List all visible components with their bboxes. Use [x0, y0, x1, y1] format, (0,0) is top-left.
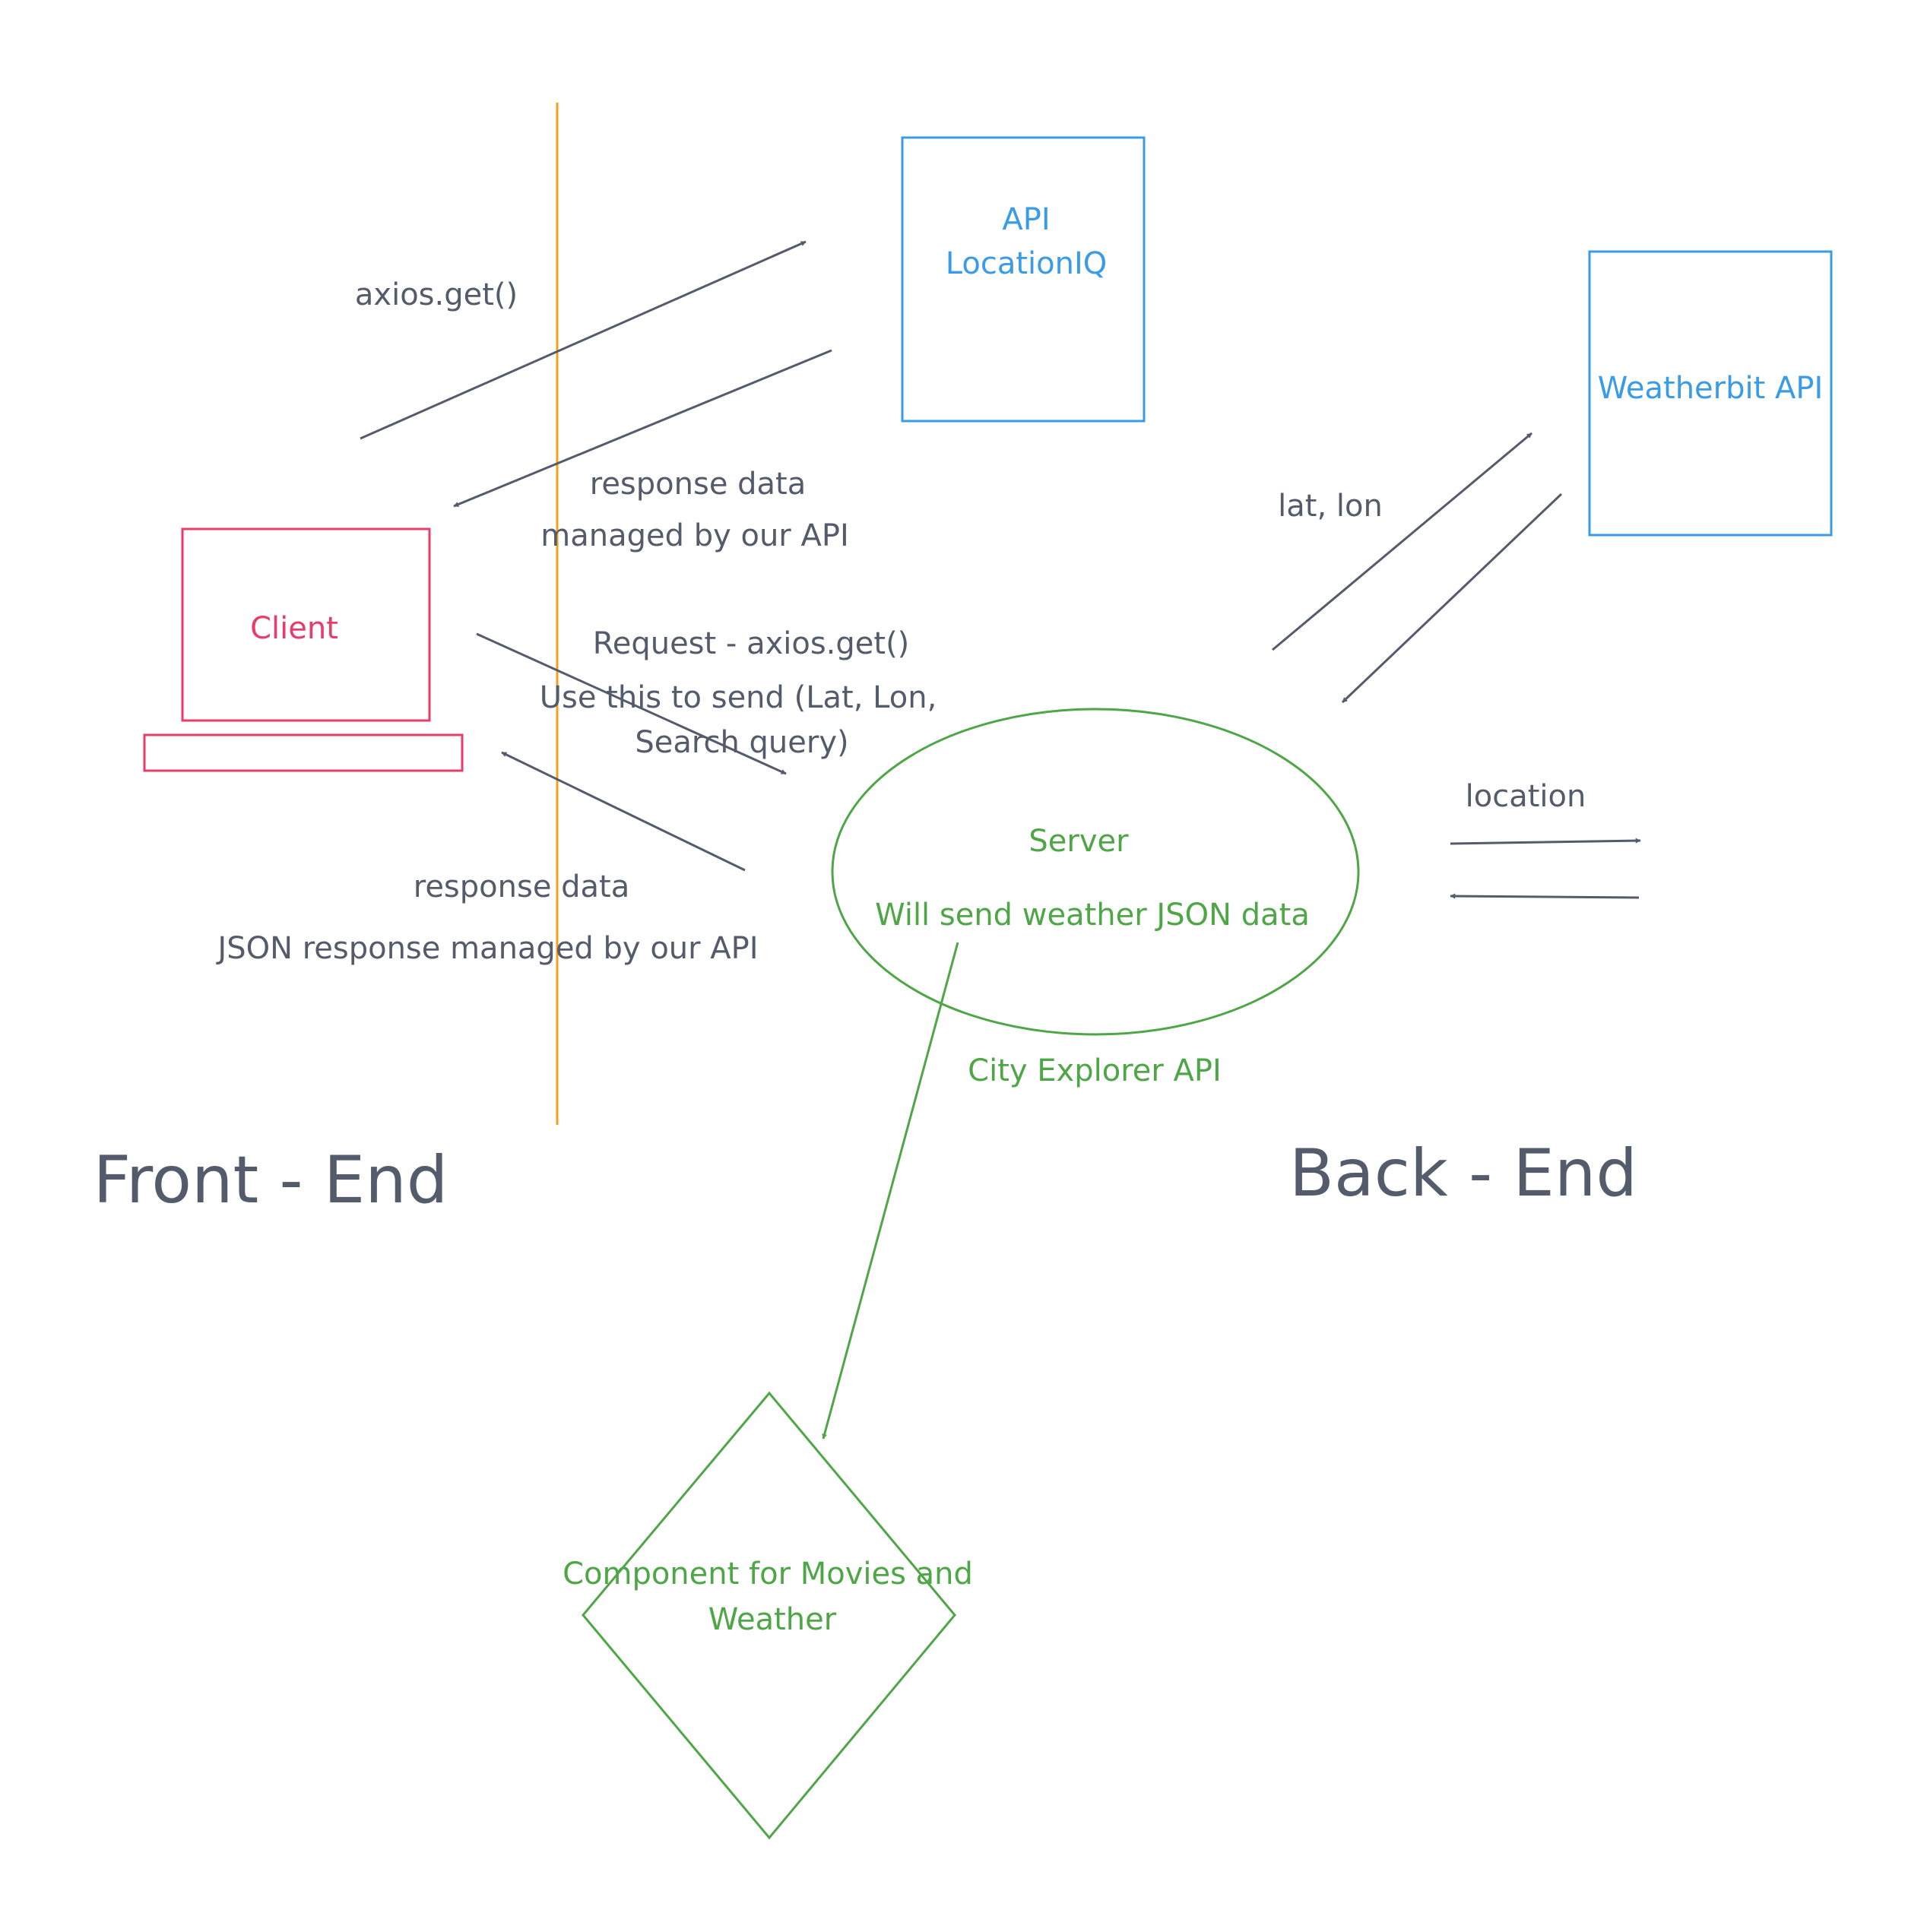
weatherbit-api-label: Weatherbit API: [1598, 371, 1824, 406]
location-in-arrow: [1450, 893, 1640, 899]
locationiq-api-label-line2: LocationIQ: [946, 246, 1107, 281]
server-ellipse: [831, 708, 1360, 1036]
server-node: Server Will send weather JSON data City …: [831, 708, 1360, 1088]
architecture-diagram: API LocationIQ Weatherbit API Client Ser…: [93, 103, 1833, 1840]
component-label-line1: Component for Movies and: [563, 1557, 973, 1592]
front-end-title: Front - End: [93, 1142, 448, 1218]
locationiq-response-label-1: response data: [590, 467, 807, 502]
location-label: location: [1466, 779, 1586, 814]
server-response-label-2: JSON response managed by our API: [215, 931, 758, 966]
locationiq-api-label-line1: API: [1002, 202, 1050, 237]
component-node: Component for Movies and Weather: [563, 1391, 973, 1840]
request-label-1: Request - axios.get(): [593, 626, 910, 661]
server-sublabel: Will send weather JSON data: [875, 898, 1310, 933]
location-out-arrow: [1450, 838, 1641, 845]
lat-lon-arrow: [1272, 432, 1532, 651]
client-keyboard: [143, 733, 464, 772]
axios-get-label: axios.get(): [355, 277, 518, 312]
server-label: Server: [1028, 824, 1129, 859]
locationiq-api-node: API LocationIQ: [901, 136, 1146, 423]
client-node: Client: [143, 527, 464, 772]
server-response-label-1: response data: [414, 869, 630, 904]
component-label-line2: Weather: [708, 1602, 837, 1637]
weatherbit-response-arrow: [1341, 493, 1563, 704]
back-end-title: Back - End: [1289, 1135, 1637, 1211]
weatherbit-api-node: Weatherbit API: [1588, 250, 1833, 537]
server-response-arrow: [501, 751, 746, 872]
locationiq-response-label-2: managed by our API: [540, 518, 849, 553]
request-label-3: Search query): [635, 725, 848, 760]
server-caption: City Explorer API: [968, 1053, 1222, 1088]
request-label-2: Use this to send (Lat, Lon,: [540, 680, 937, 715]
server-to-component-arrow: [822, 942, 959, 1439]
client-label: Client: [250, 611, 338, 646]
axios-get-arrow: [360, 240, 807, 440]
lat-lon-label: lat, lon: [1278, 489, 1383, 524]
